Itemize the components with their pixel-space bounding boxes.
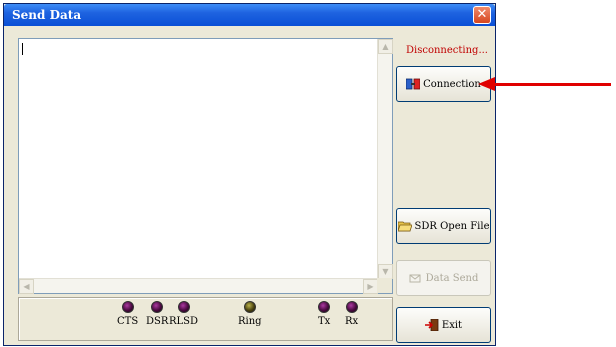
- data-send-button[interactable]: Data Send: [396, 260, 491, 296]
- horizontal-scrollbar[interactable]: ◀ ▶: [19, 278, 378, 294]
- sdr-open-file-button[interactable]: SDR Open File: [396, 208, 491, 244]
- scroll-down-icon[interactable]: ▼: [378, 264, 393, 279]
- data-textarea[interactable]: ▲ ▼ ◀ ▶: [18, 38, 393, 294]
- indicator-ring: Ring: [238, 301, 262, 327]
- vertical-scrollbar[interactable]: ▲ ▼: [377, 39, 393, 279]
- rx-led-icon: [345, 301, 358, 313]
- dsr-led-icon: [151, 301, 164, 313]
- indicator-label: Rx: [345, 316, 359, 327]
- rlsd-led-icon: [177, 301, 190, 313]
- text-caret: [22, 43, 23, 55]
- indicator-label: Ring: [238, 316, 262, 327]
- connection-button-label: Connection: [423, 78, 481, 90]
- indicator-label: RLSD: [169, 316, 199, 327]
- title-bar[interactable]: Send Data ✕: [4, 4, 495, 26]
- scroll-corner: [377, 278, 392, 293]
- indicator-rx: Rx: [345, 301, 358, 327]
- indicator-cts: CTS: [117, 301, 138, 327]
- tx-led-icon: [318, 301, 331, 313]
- folder-open-icon: [397, 221, 412, 232]
- modem-status-panel: CTS DSR RLSD Ring Tx Rx: [18, 297, 393, 341]
- arrow-head-icon: [478, 77, 495, 91]
- connection-status-text: Disconnecting...: [406, 45, 488, 56]
- indicator-label: CTS: [117, 316, 139, 327]
- connection-button[interactable]: Connection: [396, 66, 491, 102]
- close-button[interactable]: ✕: [473, 6, 491, 24]
- indicator-tx: Tx: [318, 301, 330, 327]
- send-data-window: Send Data ✕ ▲ ▼ ◀ ▶ CTS DSR RLSD Ring Tx…: [3, 3, 496, 346]
- window-title: Send Data: [12, 8, 82, 22]
- indicator-label: DSR: [146, 316, 169, 327]
- exit-button[interactable]: Exit: [396, 307, 491, 343]
- scroll-left-icon[interactable]: ◀: [19, 279, 34, 294]
- annotation-arrow: [493, 83, 611, 86]
- indicator-rlsd: RLSD: [169, 301, 198, 327]
- send-icon: [409, 274, 421, 283]
- scroll-up-icon[interactable]: ▲: [378, 39, 393, 54]
- close-icon: ✕: [476, 7, 488, 22]
- exit-button-label: Exit: [441, 319, 463, 331]
- sdr-open-file-label: SDR Open File: [414, 220, 490, 232]
- connection-icon: [406, 78, 421, 90]
- scroll-right-icon[interactable]: ▶: [363, 279, 378, 294]
- ring-led-icon: [243, 301, 256, 313]
- data-send-label: Data Send: [425, 272, 479, 284]
- indicator-label: Tx: [318, 316, 331, 327]
- exit-door-icon: [424, 319, 439, 331]
- cts-led-icon: [121, 301, 134, 313]
- indicator-dsr: DSR: [146, 301, 168, 327]
